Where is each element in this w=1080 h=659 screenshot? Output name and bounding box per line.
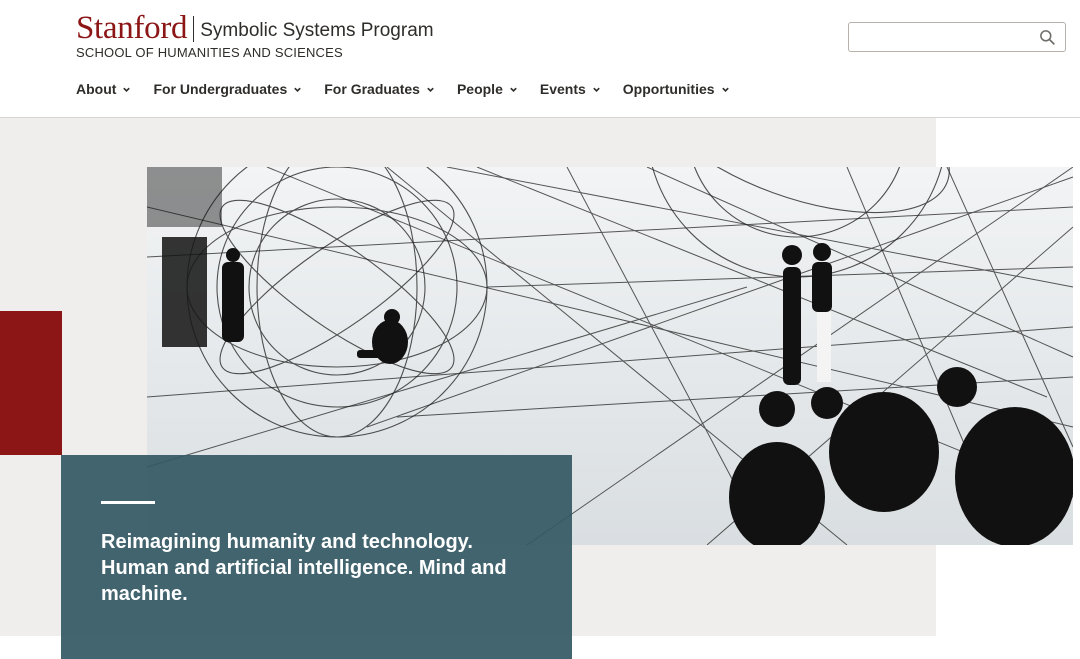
search-input[interactable] bbox=[849, 23, 1029, 51]
school-name[interactable]: SCHOOL OF HUMANITIES AND SCIENCES bbox=[76, 45, 343, 60]
search-box[interactable] bbox=[848, 22, 1066, 52]
nav-item-for-undergraduates[interactable]: For Undergraduates bbox=[153, 81, 302, 97]
nav-item-label: People bbox=[456, 81, 503, 97]
nav-item-opportunities[interactable]: Opportunities bbox=[623, 81, 730, 97]
chevron-down-icon bbox=[593, 87, 600, 92]
nav-item-label: Events bbox=[539, 81, 586, 97]
nav-item-events[interactable]: Events bbox=[540, 81, 601, 97]
nav-item-label: For Graduates bbox=[324, 81, 420, 97]
chevron-down-icon bbox=[294, 87, 302, 92]
chevron-down-icon bbox=[427, 87, 434, 92]
site-header: Stanford Symbolic Systems Program SCHOOL… bbox=[0, 0, 1080, 118]
nav-item-label: Opportunities bbox=[622, 81, 715, 97]
nav-item-label: For Undergraduates bbox=[153, 81, 288, 97]
nav-item-for-graduates[interactable]: For Graduates bbox=[324, 81, 435, 97]
brand-divider bbox=[193, 16, 195, 42]
chevron-down-icon bbox=[721, 87, 729, 92]
decorative-red-block bbox=[0, 311, 62, 455]
card-accent-rule bbox=[101, 501, 155, 504]
chevron-down-icon bbox=[123, 87, 131, 92]
chevron-down-icon bbox=[510, 87, 517, 92]
nav-item-label: About bbox=[76, 81, 117, 97]
program-name[interactable]: Symbolic Systems Program bbox=[200, 20, 433, 42]
brand-lockup[interactable]: Stanford Symbolic Systems Program bbox=[76, 12, 434, 45]
hero-tagline-card: Reimagining humanity and technology. Hum… bbox=[61, 455, 572, 659]
search-icon[interactable] bbox=[1039, 29, 1056, 46]
nav-item-about[interactable]: About bbox=[76, 81, 131, 97]
stanford-wordmark[interactable]: Stanford bbox=[76, 12, 188, 45]
hero-tagline: Reimagining humanity and technology. Hum… bbox=[101, 531, 507, 605]
nav-item-people[interactable]: People bbox=[457, 81, 518, 97]
main-nav: About For Undergraduates For Graduates P… bbox=[76, 81, 752, 97]
